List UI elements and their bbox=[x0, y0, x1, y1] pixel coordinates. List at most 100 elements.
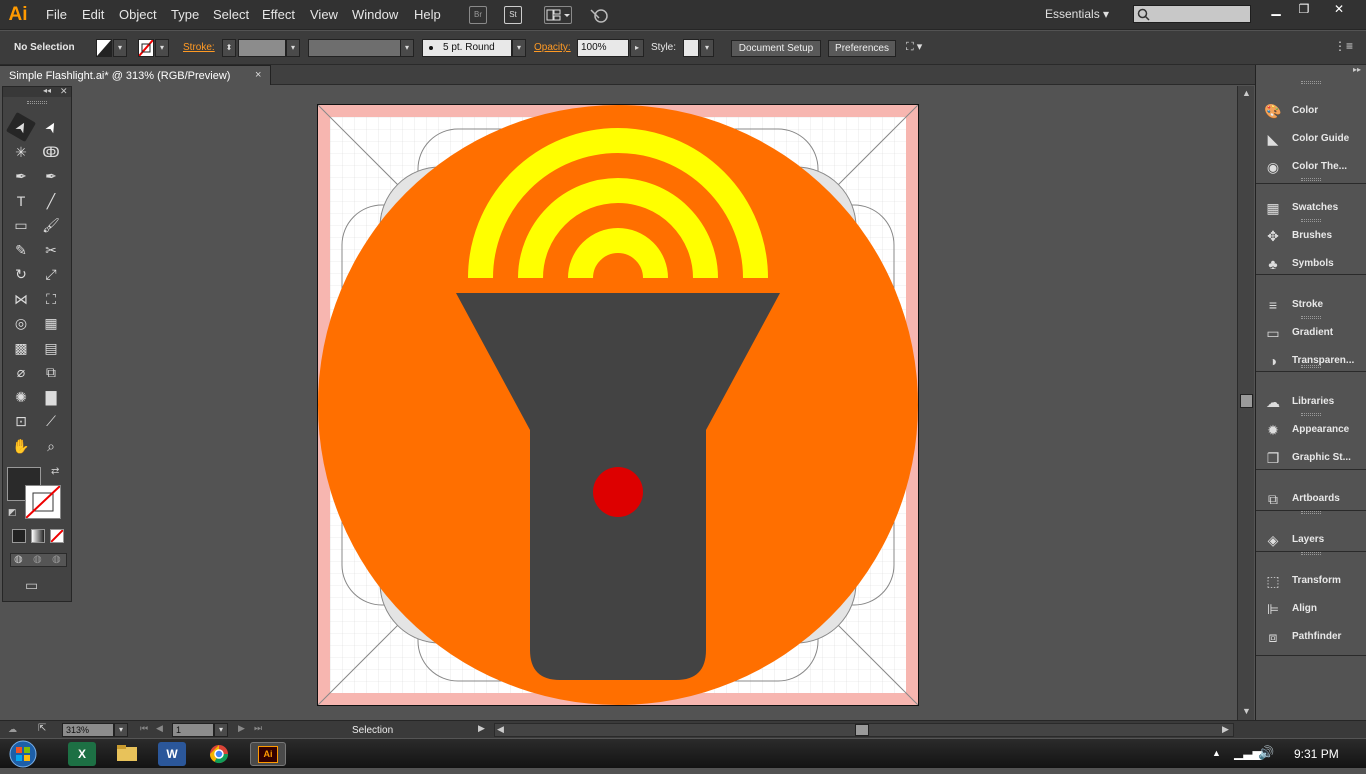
vertical-scroll-thumb[interactable] bbox=[1240, 394, 1253, 408]
eyedropper-tool-icon[interactable]: ⌀ bbox=[10, 361, 32, 383]
panel-group-grip[interactable] bbox=[1301, 413, 1321, 416]
tools-panel-header[interactable]: ◂◂ ✕ bbox=[3, 86, 71, 97]
arrange-options-icon[interactable]: ⛶ ▾ bbox=[906, 40, 936, 56]
stroke-weight-dropdown[interactable]: ▾ bbox=[286, 39, 300, 57]
shape-builder-tool-icon[interactable]: ◎ bbox=[10, 312, 32, 334]
zoom-field[interactable]: 313% bbox=[62, 723, 114, 737]
menu-object[interactable]: Object bbox=[119, 7, 157, 22]
opacity-field[interactable]: 100% bbox=[577, 39, 629, 57]
panel-align[interactable]: ⊫ Align bbox=[1264, 598, 1364, 620]
document-setup-button[interactable]: Document Setup bbox=[731, 40, 821, 57]
share-icon[interactable]: ⇱ bbox=[38, 723, 46, 734]
pencil-tool-icon[interactable]: ✎ bbox=[10, 239, 32, 261]
windows-start-icon[interactable] bbox=[6, 739, 46, 769]
gpu-performance-icon[interactable] bbox=[589, 6, 608, 24]
graphic-style-swatch[interactable] bbox=[683, 39, 699, 57]
artboard-tool-icon[interactable]: ⊡ bbox=[10, 410, 32, 432]
cloud-sync-icon[interactable]: ☁ bbox=[8, 724, 17, 735]
direct-selection-tool-icon[interactable]: ➤ bbox=[36, 112, 66, 142]
excel-icon[interactable]: X bbox=[68, 742, 96, 766]
panel-artboards[interactable]: ⧉ Artboards bbox=[1264, 488, 1364, 510]
menu-select[interactable]: Select bbox=[213, 7, 249, 22]
drawing-modes[interactable]: ◍ ◍ ◍ bbox=[10, 553, 67, 567]
panel-graphic-styles[interactable]: ❐ Graphic St... bbox=[1264, 447, 1364, 469]
scroll-up-icon[interactable]: ▲ bbox=[1242, 88, 1251, 98]
fill-dropdown[interactable]: ▾ bbox=[113, 39, 127, 57]
panel-color-themes[interactable]: ◉ Color The... bbox=[1264, 156, 1364, 178]
panel-transparency[interactable]: ◑ Transparen... bbox=[1264, 350, 1364, 372]
gradient-mode-button[interactable] bbox=[31, 529, 45, 543]
panel-group-grip[interactable] bbox=[1301, 81, 1321, 84]
panel-group-grip[interactable] bbox=[1301, 178, 1321, 181]
close-window-button[interactable]: ✕ bbox=[1325, 2, 1353, 18]
scale-tool-icon[interactable]: ⤢ bbox=[40, 263, 62, 285]
collapse-icon[interactable]: ◂◂ bbox=[43, 86, 51, 95]
stock-icon[interactable]: St bbox=[504, 6, 522, 24]
panel-gradient[interactable]: ▭ Gradient bbox=[1264, 322, 1364, 344]
symbol-sprayer-tool-icon[interactable]: ✺ bbox=[10, 386, 32, 408]
preferences-button[interactable]: Preferences bbox=[828, 40, 896, 57]
perspective-grid-tool-icon[interactable]: ▦ bbox=[40, 312, 62, 334]
free-transform-tool-icon[interactable]: ⛶ bbox=[40, 288, 62, 310]
scissors-tool-icon[interactable]: ✂ bbox=[40, 239, 62, 261]
horizontal-scroll-thumb[interactable] bbox=[855, 724, 869, 736]
screen-mode-icon[interactable]: ▭ bbox=[25, 577, 47, 593]
show-hidden-icons[interactable]: ▲ bbox=[1212, 748, 1221, 758]
graphic-style-dropdown[interactable]: ▾ bbox=[700, 39, 714, 57]
close-tab-icon[interactable]: × bbox=[255, 69, 261, 81]
flashlight-button[interactable] bbox=[593, 467, 643, 517]
panel-pathfinder[interactable]: ⧈ Pathfinder bbox=[1264, 626, 1364, 648]
stroke-swatch[interactable] bbox=[25, 485, 61, 519]
panel-group-grip[interactable] bbox=[1301, 316, 1321, 319]
panel-transform[interactable]: ⬚ Transform bbox=[1264, 570, 1364, 592]
brush-definition-field[interactable]: 5 pt. Round bbox=[422, 39, 512, 57]
chrome-icon[interactable] bbox=[205, 742, 233, 766]
rotate-tool-icon[interactable]: ↻ bbox=[10, 263, 32, 285]
line-segment-tool-icon[interactable]: ╱ bbox=[40, 190, 62, 212]
zoom-tool-icon[interactable]: ⌕ bbox=[40, 435, 62, 457]
scroll-down-icon[interactable]: ▼ bbox=[1242, 706, 1251, 716]
opacity-dropdown[interactable]: ▸ bbox=[630, 39, 644, 57]
menu-help[interactable]: Help bbox=[414, 7, 441, 22]
swap-fill-stroke-icon[interactable]: ⇄ bbox=[51, 466, 59, 477]
artboard[interactable] bbox=[317, 104, 919, 706]
scroll-right-icon[interactable]: ▶ bbox=[1222, 724, 1229, 735]
file-explorer-icon[interactable] bbox=[113, 742, 141, 766]
panel-group-grip[interactable] bbox=[1301, 219, 1321, 222]
vertical-scrollbar[interactable]: ▲ ▼ bbox=[1237, 86, 1254, 720]
column-graph-tool-icon[interactable]: ▇ bbox=[40, 386, 62, 408]
none-mode-button[interactable] bbox=[50, 529, 64, 543]
paintbrush-tool-icon[interactable]: 🖌 bbox=[40, 214, 62, 236]
panel-layers[interactable]: ◈ Layers bbox=[1264, 529, 1364, 551]
next-artboard-icon[interactable]: ▶ bbox=[238, 723, 245, 734]
zoom-dropdown[interactable]: ▾ bbox=[114, 723, 128, 737]
rectangle-tool-icon[interactable]: ▭ bbox=[10, 214, 32, 236]
artboard-dropdown[interactable]: ▾ bbox=[214, 723, 228, 737]
menu-type[interactable]: Type bbox=[171, 7, 199, 22]
scroll-left-icon[interactable]: ◀ bbox=[497, 724, 504, 735]
curvature-tool-icon[interactable]: ✒ bbox=[40, 165, 62, 187]
menu-window[interactable]: Window bbox=[352, 7, 398, 22]
workspace-switcher[interactable]: Essentials ▾ bbox=[1045, 7, 1109, 21]
previous-artboard-icon[interactable]: ◀ bbox=[156, 723, 163, 734]
status-menu-icon[interactable]: ▶ bbox=[478, 723, 485, 734]
mesh-tool-icon[interactable]: ▩ bbox=[10, 337, 32, 359]
hand-tool-icon[interactable]: ✋ bbox=[10, 435, 32, 457]
draw-inside-icon[interactable]: ◍ bbox=[52, 554, 61, 565]
default-fill-stroke-icon[interactable]: ◩ bbox=[8, 507, 17, 518]
panel-brushes[interactable]: ✥ Brushes bbox=[1264, 225, 1364, 247]
draw-normal-icon[interactable]: ◍ bbox=[14, 554, 23, 565]
type-tool-icon[interactable]: T bbox=[10, 190, 32, 212]
stroke-weight-stepper[interactable]: ⬍ bbox=[222, 39, 236, 57]
panel-group-grip[interactable] bbox=[1301, 511, 1321, 514]
last-artboard-icon[interactable]: ⏭ bbox=[254, 723, 262, 734]
bridge-icon[interactable]: Br bbox=[469, 6, 487, 24]
first-artboard-icon[interactable]: ⏮ bbox=[140, 723, 148, 734]
magic-wand-tool-icon[interactable]: ✳ bbox=[10, 141, 32, 163]
menu-view[interactable]: View bbox=[310, 7, 338, 22]
lasso-tool-icon[interactable]: ↂ bbox=[40, 141, 62, 163]
stroke-weight-field[interactable] bbox=[238, 39, 286, 57]
system-clock[interactable]: 9:31 PM bbox=[1294, 747, 1339, 761]
color-mode-button[interactable] bbox=[12, 529, 26, 543]
document-tab[interactable]: Simple Flashlight.ai* @ 313% (RGB/Previe… bbox=[0, 65, 271, 85]
